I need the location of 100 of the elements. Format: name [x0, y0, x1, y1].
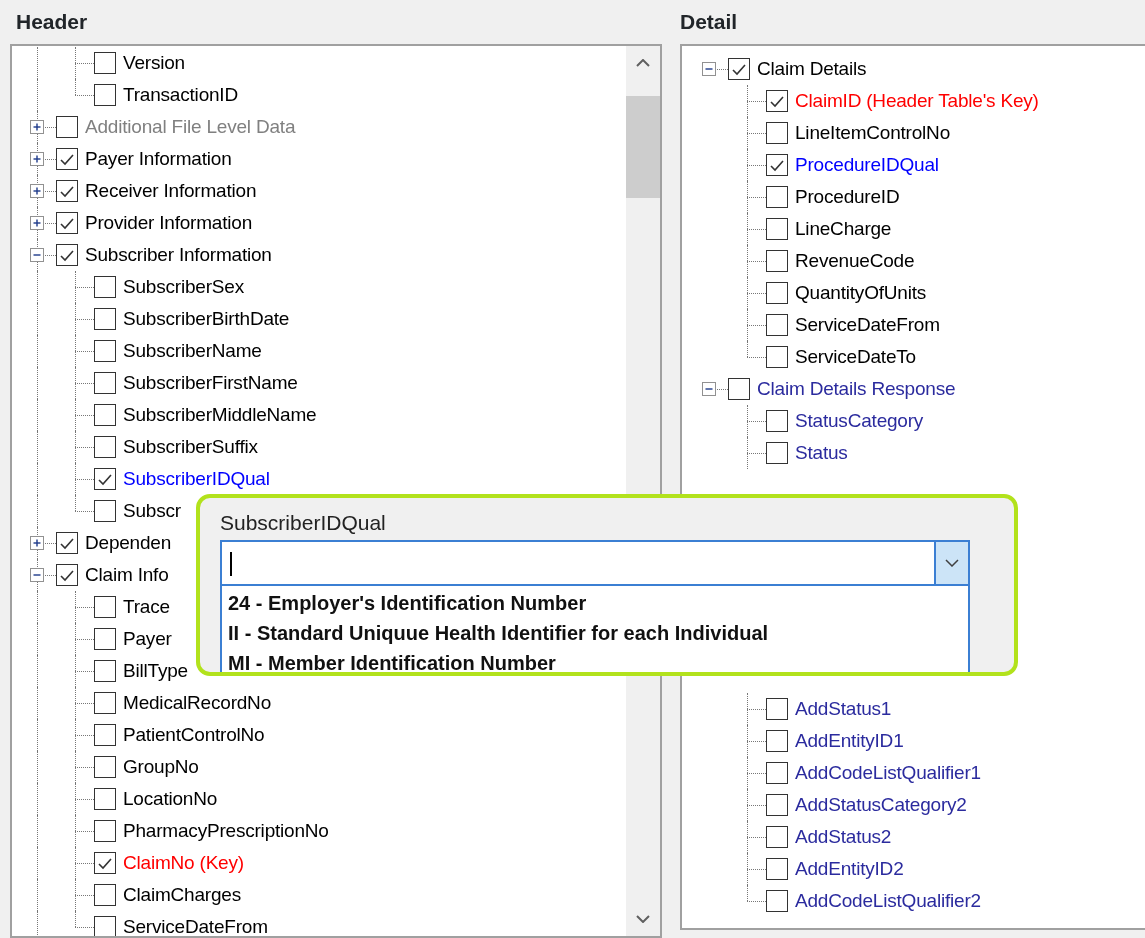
- tree-item[interactable]: MedicalRecordNo: [116, 688, 271, 718]
- checkbox[interactable]: [94, 340, 116, 362]
- checkbox[interactable]: [766, 250, 788, 272]
- checkbox[interactable]: [56, 564, 78, 586]
- tree-item[interactable]: Trace: [116, 592, 170, 622]
- tree-item[interactable]: Claim Details Response: [750, 374, 956, 404]
- checkbox[interactable]: [94, 468, 116, 490]
- tree-item[interactable]: Dependen: [78, 528, 172, 558]
- tree-item[interactable]: Receiver Information: [78, 176, 257, 206]
- tree-item[interactable]: ServiceDateFrom: [116, 912, 268, 936]
- tree-item[interactable]: AddStatus2: [788, 822, 892, 852]
- checkbox[interactable]: [766, 154, 788, 176]
- checkbox[interactable]: [94, 436, 116, 458]
- expand-toggle[interactable]: [30, 120, 44, 134]
- tree-item[interactable]: ServiceDateTo: [788, 342, 916, 372]
- checkbox[interactable]: [766, 346, 788, 368]
- checkbox[interactable]: [94, 628, 116, 650]
- tree-item[interactable]: LineCharge: [788, 214, 892, 244]
- checkbox[interactable]: [766, 186, 788, 208]
- checkbox[interactable]: [94, 500, 116, 522]
- tree-item[interactable]: RevenueCode: [788, 246, 915, 276]
- tree-item[interactable]: TransactionID: [116, 80, 238, 110]
- tree-item[interactable]: Version: [116, 48, 185, 78]
- tree-item[interactable]: ClaimCharges: [116, 880, 241, 910]
- checkbox[interactable]: [56, 212, 78, 234]
- tree-item[interactable]: ProcedureID: [788, 182, 900, 212]
- tree-item[interactable]: Subscr: [116, 496, 181, 526]
- tree-item[interactable]: ServiceDateFrom: [788, 310, 940, 340]
- checkbox[interactable]: [766, 90, 788, 112]
- checkbox[interactable]: [766, 794, 788, 816]
- expand-toggle[interactable]: [30, 536, 44, 550]
- tree-item[interactable]: LineItemControlNo: [788, 118, 950, 148]
- tree-item[interactable]: AddEntityID2: [788, 854, 904, 884]
- scroll-down-icon[interactable]: [636, 915, 650, 923]
- dropdown-option[interactable]: II - Standard Uniquue Health Identifier for each Individual: [228, 618, 968, 648]
- checkbox[interactable]: [56, 116, 78, 138]
- tree-item[interactable]: Claim Details: [750, 54, 867, 84]
- checkbox[interactable]: [766, 730, 788, 752]
- tree-item[interactable]: AddStatus1: [788, 694, 892, 724]
- tree-item[interactable]: ClaimID (Header Table's Key): [788, 86, 1039, 116]
- checkbox[interactable]: [766, 762, 788, 784]
- expand-toggle[interactable]: [30, 184, 44, 198]
- checkbox[interactable]: [56, 180, 78, 202]
- tree-item[interactable]: SubscriberBirthDate: [116, 304, 290, 334]
- checkbox[interactable]: [56, 532, 78, 554]
- tree-item[interactable]: AddCodeListQualifier1: [788, 758, 981, 788]
- checkbox[interactable]: [94, 820, 116, 842]
- tree-item[interactable]: StatusCategory: [788, 406, 924, 436]
- checkbox[interactable]: [728, 58, 750, 80]
- checkbox[interactable]: [766, 282, 788, 304]
- checkbox[interactable]: [56, 148, 78, 170]
- checkbox[interactable]: [94, 84, 116, 106]
- checkbox[interactable]: [766, 410, 788, 432]
- scroll-up-icon[interactable]: [636, 59, 650, 67]
- checkbox[interactable]: [94, 916, 116, 936]
- tree-item[interactable]: SubscriberFirstName: [116, 368, 298, 398]
- checkbox[interactable]: [94, 692, 116, 714]
- tree-item[interactable]: Claim Info: [78, 560, 169, 590]
- tree-item[interactable]: Provider Information: [78, 208, 253, 238]
- tree-item[interactable]: SubscriberSex: [116, 272, 244, 302]
- tree-item[interactable]: AddEntityID1: [788, 726, 904, 756]
- checkbox[interactable]: [56, 244, 78, 266]
- tree-item[interactable]: LocationNo: [116, 784, 218, 814]
- tree-item[interactable]: QuantityOfUnits: [788, 278, 927, 308]
- tree-item[interactable]: SubscriberMiddleName: [116, 400, 317, 430]
- checkbox[interactable]: [766, 218, 788, 240]
- dropdown-option[interactable]: MI - Member Identification Number: [228, 648, 968, 672]
- checkbox[interactable]: [94, 724, 116, 746]
- checkbox[interactable]: [728, 378, 750, 400]
- tree-item[interactable]: ProcedureIDQual: [788, 150, 939, 180]
- checkbox[interactable]: [94, 308, 116, 330]
- tree-item[interactable]: Payer Information: [78, 144, 232, 174]
- dropdown-option[interactable]: 24 - Employer's Identification Number: [228, 588, 968, 618]
- combo-input[interactable]: [220, 540, 934, 586]
- checkbox[interactable]: [766, 890, 788, 912]
- checkbox[interactable]: [94, 884, 116, 906]
- checkbox[interactable]: [94, 276, 116, 298]
- collapse-toggle[interactable]: [702, 382, 716, 396]
- collapse-toggle[interactable]: [30, 248, 44, 262]
- tree-item[interactable]: Status: [788, 438, 848, 468]
- checkbox[interactable]: [766, 122, 788, 144]
- expand-toggle[interactable]: [30, 216, 44, 230]
- tree-item[interactable]: GroupNo: [116, 752, 199, 782]
- tree-item[interactable]: ClaimNo (Key): [116, 848, 244, 878]
- checkbox[interactable]: [766, 442, 788, 464]
- tree-item[interactable]: PharmacyPrescriptionNo: [116, 816, 329, 846]
- dropdown-button[interactable]: [934, 540, 970, 586]
- tree-item[interactable]: AddCodeListQualifier2: [788, 886, 981, 916]
- checkbox[interactable]: [94, 596, 116, 618]
- collapse-toggle[interactable]: [30, 568, 44, 582]
- tree-item[interactable]: Subscriber Information: [78, 240, 272, 270]
- tree-item[interactable]: AddStatusCategory2: [788, 790, 967, 820]
- tree-item[interactable]: Additional File Level Data: [78, 112, 296, 142]
- checkbox[interactable]: [94, 372, 116, 394]
- tree-item[interactable]: SubscriberIDQual: [116, 464, 270, 494]
- scroll-thumb[interactable]: [626, 96, 660, 198]
- checkbox[interactable]: [766, 314, 788, 336]
- tree-item[interactable]: SubscriberSuffix: [116, 432, 258, 462]
- checkbox[interactable]: [766, 858, 788, 880]
- checkbox[interactable]: [766, 698, 788, 720]
